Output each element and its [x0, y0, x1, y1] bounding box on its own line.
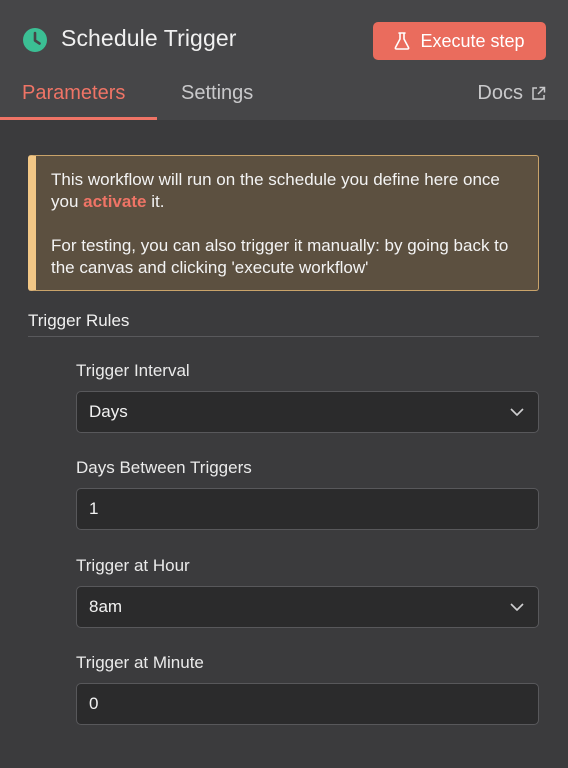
days-between-triggers-input[interactable]: 1: [76, 488, 539, 530]
tab-docs[interactable]: Docs: [477, 82, 546, 105]
trigger-interval-label: Trigger Interval: [76, 361, 190, 380]
execute-step-button[interactable]: Execute step: [373, 22, 546, 60]
execute-step-label: Execute step: [420, 30, 525, 51]
trigger-interval-select[interactable]: Days: [76, 391, 539, 433]
trigger-hour-label: Trigger at Hour: [76, 556, 190, 575]
chevron-down-icon: [510, 603, 524, 611]
node-panel: Schedule Trigger Execute step Parameters…: [0, 0, 568, 768]
trigger-minute-value: 0: [89, 694, 99, 713]
days-between-triggers-value: 1: [89, 499, 99, 518]
node-title: Schedule Trigger: [61, 25, 237, 51]
notice-activation-text: This workflow will run on the schedule y…: [51, 169, 524, 213]
section-divider: [28, 336, 539, 337]
active-tab-indicator: [0, 117, 157, 120]
tab-docs-label: Docs: [477, 82, 523, 104]
title-row: Schedule Trigger Execute step: [22, 22, 546, 60]
days-between-triggers-label: Days Between Triggers: [76, 458, 252, 477]
chevron-down-icon: [510, 408, 524, 416]
trigger-minute-input[interactable]: 0: [76, 683, 539, 725]
tab-parameters[interactable]: Parameters: [22, 82, 125, 105]
trigger-rules-title: Trigger Rules: [28, 311, 130, 330]
trigger-interval-value: Days: [89, 402, 128, 421]
activate-link[interactable]: activate: [83, 192, 146, 211]
tab-settings[interactable]: Settings: [181, 82, 253, 105]
notice-testing-text: For testing, you can also trigger it man…: [51, 236, 509, 277]
schedule-notice: This workflow will run on the schedule y…: [28, 155, 539, 291]
tab-bar: Parameters Settings Docs: [0, 78, 568, 120]
trigger-hour-value: 8am: [89, 597, 123, 616]
notice-text-after: it.: [146, 192, 165, 211]
trigger-minute-label: Trigger at Minute: [76, 653, 204, 672]
trigger-hour-select[interactable]: 8am: [76, 586, 539, 628]
flask-icon: [395, 32, 410, 50]
external-link-icon: [532, 86, 546, 100]
panel-header: Schedule Trigger Execute step Parameters…: [0, 0, 568, 120]
clock-icon: [23, 28, 47, 52]
